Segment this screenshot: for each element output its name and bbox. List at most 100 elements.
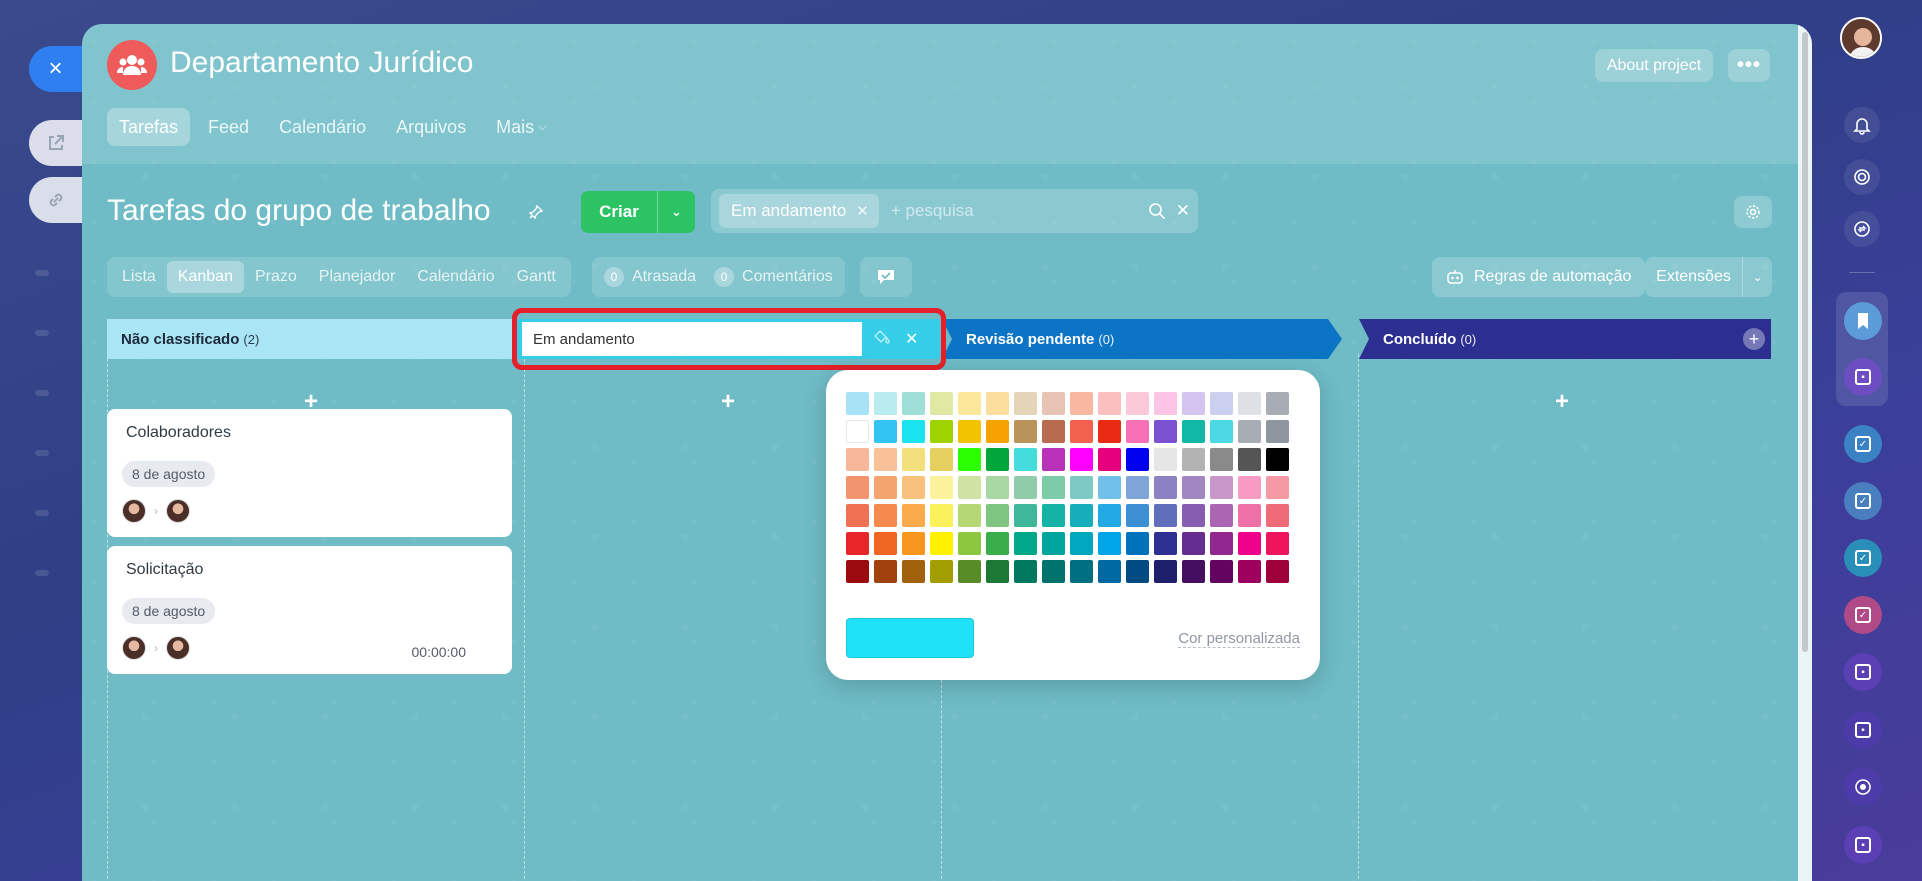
- color-swatch[interactable]: [1266, 560, 1289, 583]
- color-swatch[interactable]: [1238, 560, 1261, 583]
- color-swatch[interactable]: [846, 476, 869, 499]
- color-swatch[interactable]: [1210, 504, 1233, 527]
- color-swatch[interactable]: [902, 532, 925, 555]
- cancel-edit-icon[interactable]: ✕: [905, 329, 918, 349]
- color-swatch[interactable]: [1098, 420, 1121, 443]
- task-card[interactable]: Solicitação 8 de agosto › 00:00:00: [107, 546, 512, 674]
- color-swatch[interactable]: [930, 560, 953, 583]
- color-swatch[interactable]: [1210, 448, 1233, 471]
- color-swatch[interactable]: [902, 504, 925, 527]
- color-swatch[interactable]: [1014, 392, 1037, 415]
- color-swatch[interactable]: [1154, 476, 1177, 499]
- clear-search-icon[interactable]: ✕: [1176, 201, 1190, 221]
- responsible-avatar[interactable]: [166, 499, 190, 523]
- color-swatch[interactable]: [1154, 392, 1177, 415]
- color-swatch[interactable]: [1154, 420, 1177, 443]
- sync-button[interactable]: [1844, 211, 1880, 247]
- pin-icon[interactable]: [528, 204, 544, 225]
- color-swatch[interactable]: [1154, 448, 1177, 471]
- color-swatch[interactable]: [1266, 532, 1289, 555]
- color-swatch[interactable]: [1042, 560, 1065, 583]
- color-swatch[interactable]: [986, 532, 1009, 555]
- color-swatch[interactable]: [1098, 448, 1121, 471]
- add-task-plus[interactable]: +: [721, 388, 735, 416]
- counter-overdue[interactable]: 0 Atrasada: [604, 267, 696, 287]
- color-swatch[interactable]: [1154, 504, 1177, 527]
- creator-avatar[interactable]: [122, 499, 146, 523]
- color-swatch[interactable]: [1042, 532, 1065, 555]
- task-app-4[interactable]: ✓: [1844, 596, 1882, 634]
- task-card[interactable]: Colaboradores 8 de agosto ›: [107, 409, 512, 537]
- tab-feed[interactable]: Feed: [196, 108, 261, 146]
- color-swatch[interactable]: [1266, 476, 1289, 499]
- view-calendario[interactable]: Calendário: [406, 261, 505, 293]
- color-swatch[interactable]: [846, 504, 869, 527]
- contact-app-3[interactable]: ▪: [1844, 711, 1882, 749]
- color-swatch[interactable]: [1014, 532, 1037, 555]
- color-swatch[interactable]: [930, 476, 953, 499]
- color-swatch[interactable]: [902, 476, 925, 499]
- paint-bucket-icon[interactable]: [873, 329, 891, 350]
- contact-app-2[interactable]: ▪: [1844, 653, 1882, 691]
- vertical-scrollbar[interactable]: [1798, 24, 1812, 881]
- search-input[interactable]: [890, 201, 1121, 221]
- color-swatch[interactable]: [902, 448, 925, 471]
- user-avatar[interactable]: [1840, 17, 1882, 59]
- task-app-3[interactable]: ✓: [1844, 539, 1882, 577]
- color-swatch[interactable]: [1210, 420, 1233, 443]
- color-swatch[interactable]: [874, 392, 897, 415]
- color-swatch[interactable]: [930, 532, 953, 555]
- view-gantt[interactable]: Gantt: [506, 261, 567, 293]
- filter-chip[interactable]: Em andamento ✕: [719, 194, 879, 228]
- color-swatch[interactable]: [1070, 448, 1093, 471]
- tab-tarefas[interactable]: Tarefas: [107, 108, 191, 146]
- more-options-button[interactable]: •••: [1728, 49, 1770, 82]
- copy-link-button[interactable]: [29, 177, 82, 223]
- read-all-button[interactable]: [860, 257, 912, 297]
- color-swatch[interactable]: [874, 532, 897, 555]
- color-swatch[interactable]: [1238, 476, 1261, 499]
- color-swatch[interactable]: [874, 476, 897, 499]
- extensions-button[interactable]: Extensões ⌄: [1645, 257, 1772, 297]
- color-swatch[interactable]: [1238, 392, 1261, 415]
- tab-arquivos[interactable]: Arquivos: [384, 108, 478, 146]
- color-swatch[interactable]: [1014, 560, 1037, 583]
- color-swatch[interactable]: [1070, 560, 1093, 583]
- task-title[interactable]: Colaboradores: [126, 424, 231, 442]
- color-swatch[interactable]: [1266, 420, 1289, 443]
- contact-app-4[interactable]: ▪: [1844, 826, 1882, 864]
- color-swatch[interactable]: [986, 560, 1009, 583]
- color-swatch[interactable]: [874, 560, 897, 583]
- color-swatch[interactable]: [1182, 476, 1205, 499]
- color-swatch[interactable]: [1126, 476, 1149, 499]
- color-swatch[interactable]: [1042, 392, 1065, 415]
- color-swatch[interactable]: [1154, 560, 1177, 583]
- add-column-button[interactable]: +: [1743, 328, 1765, 350]
- color-swatch[interactable]: [1210, 392, 1233, 415]
- color-swatch[interactable]: [1098, 532, 1121, 555]
- automation-rules-button[interactable]: Regras de automação: [1432, 257, 1646, 297]
- color-swatch[interactable]: [1210, 476, 1233, 499]
- selected-color-preview[interactable]: [846, 618, 974, 658]
- view-lista[interactable]: Lista: [111, 261, 167, 293]
- color-swatch[interactable]: [846, 448, 869, 471]
- custom-color-link[interactable]: Cor personalizada: [1178, 630, 1300, 648]
- color-swatch[interactable]: [1182, 448, 1205, 471]
- deadline-badge[interactable]: 8 de agosto: [122, 461, 216, 487]
- chevron-down-icon[interactable]: ⌄: [1742, 257, 1772, 297]
- copilot-button[interactable]: [1844, 159, 1880, 195]
- settings-button[interactable]: [1734, 196, 1772, 228]
- color-swatch[interactable]: [1042, 448, 1065, 471]
- color-swatch[interactable]: [930, 392, 953, 415]
- color-swatch[interactable]: [1238, 532, 1261, 555]
- color-swatch[interactable]: [1070, 420, 1093, 443]
- creator-avatar[interactable]: [122, 636, 146, 660]
- remove-filter-icon[interactable]: ✕: [856, 202, 869, 220]
- view-planejador[interactable]: Planejador: [308, 261, 407, 293]
- add-task-plus[interactable]: +: [1555, 388, 1569, 416]
- task-app-2[interactable]: ✓: [1844, 482, 1882, 520]
- color-swatch[interactable]: [1014, 448, 1037, 471]
- color-swatch[interactable]: [958, 504, 981, 527]
- view-prazo[interactable]: Prazo: [244, 261, 308, 293]
- column-header-unclassified[interactable]: Não classificado (2): [107, 319, 512, 359]
